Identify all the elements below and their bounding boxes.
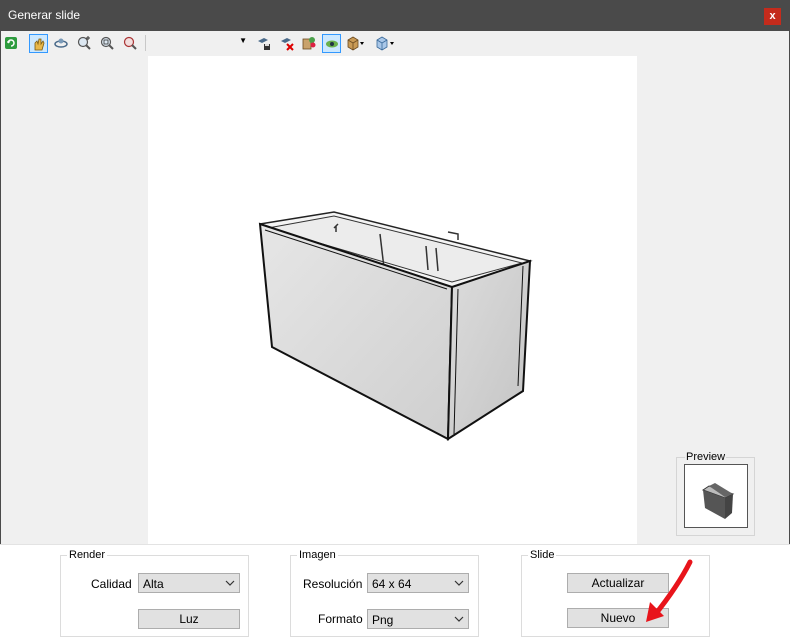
resolucion-select[interactable]: 64 x 64 [367,573,469,593]
render-legend: Render [67,549,108,561]
imagen-group: Imagen Resolución 64 x 64 Formato Png [290,549,479,637]
pan-hand-icon[interactable] [29,34,48,53]
chevron-down-icon: ▼ [239,36,247,45]
window-title: Generar slide [8,8,81,22]
camera-save-icon[interactable] [255,34,274,53]
imagen-legend: Imagen [297,549,338,561]
visibility-icon[interactable] [322,34,341,53]
orbit-icon[interactable] [52,34,71,53]
3d-viewport[interactable] [148,56,637,544]
camera-delete-icon[interactable] [278,34,297,53]
calidad-label: Calidad [91,577,132,591]
chevron-down-icon [454,616,464,622]
calidad-value: Alta [143,577,164,591]
close-button[interactable]: x [764,8,781,25]
preview-legend: Preview [685,451,727,463]
formato-select[interactable]: Png [367,609,469,629]
zoom-in-icon[interactable] [75,34,94,53]
calidad-select[interactable]: Alta [138,573,240,593]
title-bar: Generar slide x [0,0,790,31]
render-group: Render Calidad Alta Luz [60,549,249,637]
materials-icon[interactable] [300,34,319,53]
resolucion-value: 64 x 64 [372,577,412,591]
cabinet-model-render [258,211,533,441]
chevron-down-icon [225,580,235,586]
luz-button[interactable]: Luz [138,609,240,629]
view-select[interactable]: ▼ [149,35,249,51]
zoom-extents-icon[interactable] [121,34,140,53]
toolbar-separator [145,35,146,51]
preview-thumbnail [684,464,748,528]
preview-group: Preview [676,451,755,536]
cabinet-thumbnail-icon [701,483,735,519]
formato-label: Formato [318,612,363,626]
refresh-icon[interactable] [2,34,21,53]
chevron-down-icon [454,580,464,586]
box-view-icon[interactable] [345,34,364,53]
view-cube-icon[interactable] [374,34,394,53]
resolucion-label: Resolución [303,577,363,591]
slide-legend: Slide [528,549,557,561]
zoom-window-icon[interactable] [98,34,117,53]
annotation-arrow-icon [646,559,693,622]
toolbar: ▼ [0,31,790,55]
formato-value: Png [372,613,394,627]
